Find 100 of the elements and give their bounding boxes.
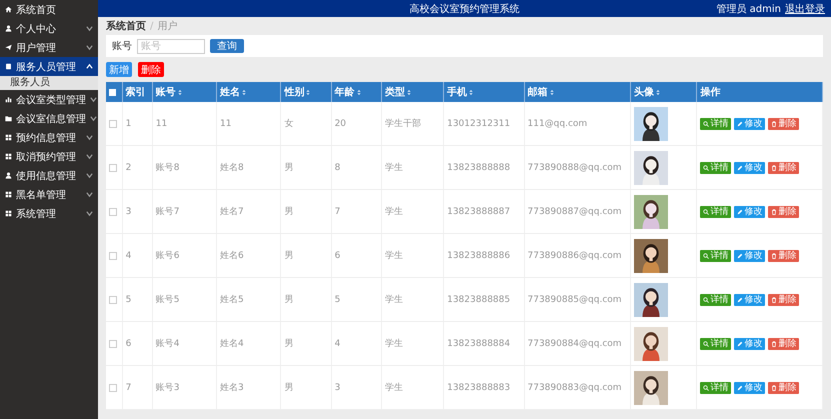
edit-button[interactable]: 修改 (734, 250, 766, 262)
table-cell: 7 (126, 382, 132, 392)
table-cell: 1 (126, 118, 132, 128)
sidebar-item[interactable]: 用户管理 (0, 38, 98, 57)
details-button[interactable]: 详情 (700, 250, 732, 262)
pencil-icon (737, 384, 744, 390)
search-field[interactable]: 账号 (137, 38, 205, 54)
breadcrumb-link[interactable]: 系统首页 (106, 19, 146, 33)
column-header[interactable]: 邮箱 (524, 82, 631, 102)
table-cell: 学生干部 (384, 119, 421, 129)
table-cell: 773890888@qq.com (528, 162, 622, 172)
sort-icon[interactable] (356, 88, 361, 96)
table-cell: 学生 (384, 295, 403, 305)
edit-button[interactable]: 修改 (734, 162, 766, 174)
edit-button[interactable]: 修改 (734, 338, 766, 350)
search-button[interactable]: 查询 (210, 39, 244, 53)
search-icon (703, 296, 710, 302)
column-header[interactable]: 类型 (381, 82, 444, 102)
table-cell: 20 (334, 118, 346, 128)
sidebar-item[interactable]: 使用信息管理 (0, 166, 98, 185)
delete-button[interactable]: 删除 (768, 250, 800, 262)
row-checkbox[interactable] (109, 164, 117, 172)
trash-icon (771, 252, 778, 258)
sidebar-item[interactable]: 服务人员管理 (0, 57, 98, 76)
table-cell: 13823888883 (447, 382, 510, 392)
delete-button[interactable]: 删除 (768, 118, 800, 130)
delete-button[interactable]: 删除 (768, 206, 800, 218)
grid-icon (5, 153, 12, 160)
trash-icon (771, 384, 778, 390)
table-cell: 男 (284, 207, 294, 217)
table-cell: 2 (126, 162, 132, 172)
table-cell: 男 (284, 383, 294, 393)
table-cell: 女 (284, 119, 294, 129)
table-cell: 773890883@qq.com (528, 382, 622, 392)
column-header[interactable]: 姓名 (216, 82, 281, 102)
sidebar-item[interactable]: 预约信息管理 (0, 128, 98, 147)
table-cell: 账号4 (156, 339, 180, 349)
sidebar-item[interactable]: 会议室类型管理 (0, 90, 98, 109)
sort-icon[interactable] (406, 88, 411, 96)
row-checkbox[interactable] (109, 384, 117, 392)
row-checkbox[interactable] (109, 208, 117, 216)
table-cell: 773890884@qq.com (528, 338, 622, 348)
column-header[interactable]: 手机 (444, 82, 524, 102)
table-cell: 5 (334, 294, 340, 304)
details-button[interactable]: 详情 (700, 206, 732, 218)
edit-button[interactable]: 修改 (734, 206, 766, 218)
trash-icon (771, 164, 778, 170)
search-icon (703, 384, 710, 390)
sort-icon[interactable] (178, 88, 182, 96)
edit-button[interactable]: 修改 (734, 382, 766, 394)
submenu-item[interactable]: 服务人员 (0, 76, 98, 90)
sort-icon[interactable] (242, 88, 246, 96)
sidebar-item[interactable]: 个人中心 (0, 19, 98, 38)
delete-button[interactable]: 删除 (138, 62, 164, 77)
table-cell: 学生 (384, 339, 403, 349)
sidebar-item[interactable]: 取消预约管理 (0, 147, 98, 166)
pencil-icon (737, 296, 744, 302)
sidebar-item[interactable]: 系统管理 (0, 204, 98, 223)
delete-button[interactable]: 删除 (768, 162, 800, 174)
row-checkbox[interactable] (109, 296, 117, 304)
table-cell: 773890887@qq.com (528, 206, 622, 216)
row-checkbox[interactable] (109, 252, 117, 260)
column-header[interactable]: 年龄 (331, 82, 382, 102)
column-header[interactable]: 头像 (630, 82, 697, 102)
document-icon (5, 63, 12, 70)
sidebar-item[interactable]: 黑名单管理 (0, 185, 98, 204)
sort-icon[interactable] (656, 88, 660, 96)
delete-button[interactable]: 删除 (768, 382, 800, 394)
sort-icon[interactable] (469, 88, 474, 96)
breadcrumb-link[interactable]: 用户 (157, 19, 178, 33)
table-cell: 学生 (384, 163, 403, 173)
sort-icon[interactable] (550, 88, 554, 96)
select-all-checkbox[interactable] (109, 88, 116, 96)
details-button[interactable]: 详情 (700, 294, 732, 306)
column-header[interactable]: 账号 (152, 82, 217, 102)
column-header[interactable]: 索引 (122, 82, 152, 102)
delete-button[interactable]: 删除 (768, 338, 800, 350)
row-checkbox[interactable] (109, 340, 117, 348)
sidebar-item[interactable]: 会议室信息管理 (0, 109, 98, 128)
pencil-icon (737, 340, 744, 346)
delete-button[interactable]: 删除 (768, 294, 800, 306)
user-label: 管理员 admin (716, 2, 781, 16)
sort-icon[interactable] (306, 88, 310, 96)
add-button[interactable]: 新增 (106, 62, 132, 77)
details-button[interactable]: 详情 (700, 118, 732, 130)
sidebar-item[interactable]: 系统首页 (0, 0, 98, 19)
user-icon (5, 25, 12, 32)
edit-button[interactable]: 修改 (734, 294, 766, 306)
details-button[interactable]: 详情 (700, 162, 732, 174)
details-button[interactable]: 详情 (700, 382, 732, 394)
table-cell: 4 (334, 338, 340, 348)
home-icon (5, 6, 12, 13)
details-button[interactable]: 详情 (700, 338, 732, 350)
column-header[interactable]: 操作 (696, 82, 822, 102)
table-cell: 姓名6 (220, 251, 244, 261)
trash-icon (771, 296, 778, 302)
row-checkbox[interactable] (109, 120, 117, 128)
logout-link[interactable]: 退出登录 (785, 2, 825, 16)
column-header[interactable]: 性别 (280, 82, 332, 102)
edit-button[interactable]: 修改 (734, 118, 766, 130)
